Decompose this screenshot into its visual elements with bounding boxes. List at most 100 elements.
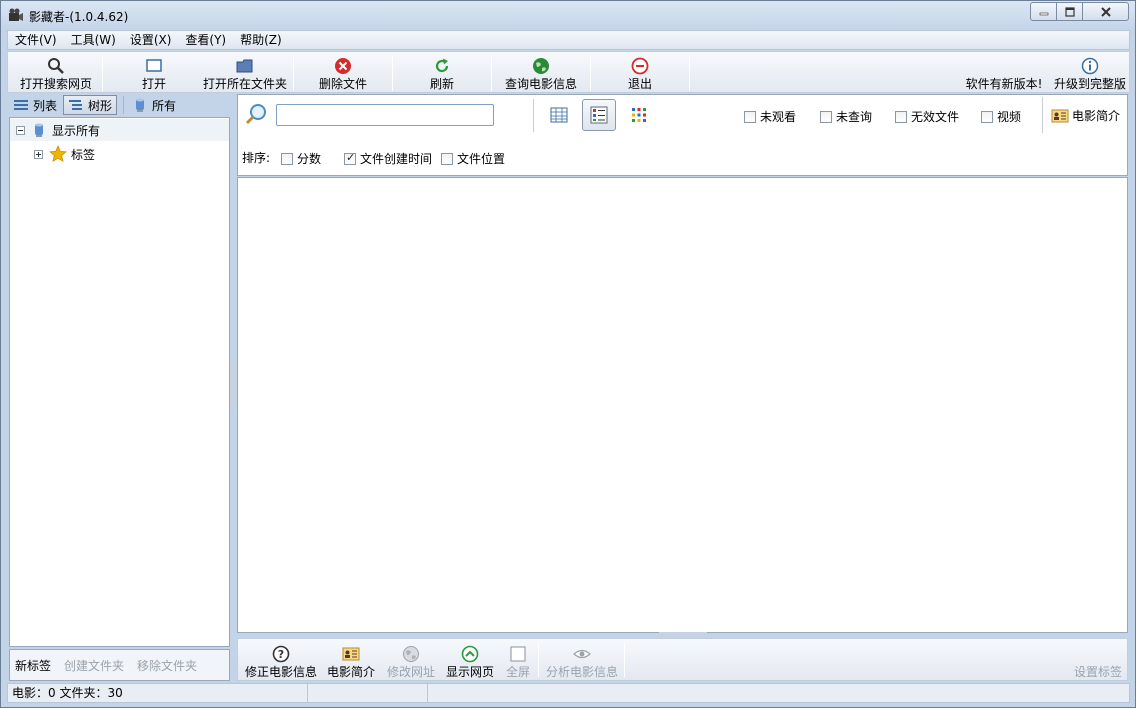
list-icon [14, 100, 28, 110]
tab-all[interactable]: 所有 [128, 95, 180, 115]
status-cell-empty [308, 684, 428, 702]
bottom-separator [538, 643, 539, 677]
grid-view-icon [632, 108, 646, 122]
movie-intro-label: 电影简介 [1072, 109, 1121, 123]
sort-by-score[interactable]: 分数 [281, 150, 321, 167]
query-movie-info-button[interactable]: 查询电影信息 [501, 55, 581, 91]
detail-view-button[interactable] [582, 99, 616, 131]
sort-score-label: 分数 [297, 152, 322, 166]
sort-by-location[interactable]: 文件位置 [441, 150, 505, 167]
search-panel: 未观看 未查询 无效文件 视频 电影简介 排序: 分数 文件创建时间 [237, 94, 1128, 176]
id-card-icon [1051, 109, 1069, 122]
tab-tree-label: 树形 [88, 98, 113, 113]
filter-video[interactable]: 视频 [981, 108, 1021, 125]
detail-view-icon [590, 106, 608, 124]
sort-by-created[interactable]: 文件创建时间 [344, 150, 432, 167]
fullscreen-button[interactable]: 全屏 [502, 643, 534, 679]
table-view-button[interactable] [542, 99, 576, 131]
edit-url-label: 修改网址 [386, 665, 435, 679]
eye-icon [573, 649, 591, 659]
database-icon [35, 123, 43, 137]
open-search-page-button[interactable]: 打开搜索网页 [14, 55, 98, 91]
upgrade-button[interactable]: 升级到完整版 [1052, 55, 1128, 91]
video-checkbox[interactable] [981, 110, 993, 123]
score-checkbox[interactable] [281, 152, 293, 165]
toolbar-separator [491, 55, 492, 91]
star-icon [49, 145, 67, 163]
open-button[interactable]: 打开 [124, 55, 184, 91]
close-button[interactable] [1083, 2, 1129, 21]
main-toolbar: 打开搜索网页 打开 打开所在文件夹 删除文件 刷新 查询电影信息 退出 软件有新… [7, 51, 1130, 93]
maximize-button[interactable] [1057, 2, 1083, 21]
expand-toggle[interactable] [34, 149, 43, 159]
sort-location-label: 文件位置 [457, 152, 506, 166]
filter-unqueried[interactable]: 未查询 [820, 108, 872, 125]
fix-movie-info-button[interactable]: ? 修正电影信息 [244, 643, 318, 679]
status-summary: 电影：0 文件夹：30 [8, 684, 308, 702]
unqueried-checkbox[interactable] [820, 110, 832, 123]
menu-help[interactable]: 帮助(Z) [233, 31, 289, 49]
bottom-separator [624, 643, 625, 677]
tree-item-show-all[interactable]: 显示所有 [10, 119, 229, 141]
vertical-splitter[interactable] [230, 361, 236, 409]
up-arrow-circle-icon [461, 645, 479, 663]
folder-tree: 显示所有 标签 [9, 117, 230, 647]
menu-tools[interactable]: 工具(W) [64, 31, 123, 49]
tree-item-tags[interactable]: 标签 [10, 143, 229, 165]
set-tag-button[interactable]: 设置标签 [1072, 643, 1124, 679]
movie-list-area[interactable] [237, 177, 1128, 633]
collapse-toggle[interactable] [16, 125, 25, 135]
remove-folder-button[interactable]: 移除文件夹 [137, 657, 197, 674]
toolbar-separator [102, 55, 103, 91]
upgrade-label: 升级到完整版 [1053, 77, 1126, 91]
new-tag-button[interactable]: 新标签 [15, 657, 51, 674]
question-icon: ? [272, 645, 290, 663]
grid-view-button[interactable] [622, 99, 656, 131]
minimize-icon [1039, 12, 1048, 15]
location-checkbox[interactable] [441, 152, 453, 165]
open-folder-button[interactable]: 打开所在文件夹 [200, 55, 290, 91]
filter-unqueried-label: 未查询 [836, 110, 873, 124]
analyze-movie-info-label: 分析电影信息 [545, 665, 618, 679]
invalid-checkbox[interactable] [895, 110, 907, 123]
left-bottom-bar: 新标签 创建文件夹 移除文件夹 [9, 649, 230, 681]
menu-file[interactable]: 文件(V) [8, 31, 64, 49]
window-icon [146, 59, 162, 72]
close-icon [1100, 6, 1111, 17]
refresh-button[interactable]: 刷新 [412, 55, 472, 91]
fix-movie-info-label: 修正电影信息 [244, 665, 317, 679]
analyze-movie-info-button[interactable]: 分析电影信息 [544, 643, 620, 679]
exit-button[interactable]: 退出 [610, 55, 670, 91]
search-input[interactable] [276, 104, 494, 126]
filter-video-label: 视频 [997, 110, 1022, 124]
new-version-button[interactable]: 软件有新版本! [964, 55, 1044, 91]
app-camera-icon [9, 8, 23, 21]
movie-intro-toggle[interactable]: 电影简介 [1051, 107, 1120, 124]
delete-file-label: 删除文件 [318, 77, 367, 91]
menu-settings[interactable]: 设置(X) [123, 31, 179, 49]
create-folder-button[interactable]: 创建文件夹 [64, 657, 124, 674]
sort-created-label: 文件创建时间 [360, 152, 433, 166]
tab-tree[interactable]: 树形 [63, 95, 118, 115]
toolbar-separator [689, 55, 690, 91]
filter-unwatched[interactable]: 未观看 [744, 108, 796, 125]
unwatched-checkbox[interactable] [744, 110, 756, 123]
tab-list-label: 列表 [33, 98, 58, 113]
movie-intro-button[interactable]: 电影简介 [326, 643, 376, 679]
edit-url-button[interactable]: 修改网址 [386, 643, 436, 679]
filter-invalid-label: 无效文件 [911, 110, 960, 124]
filter-invalid[interactable]: 无效文件 [895, 108, 959, 125]
exit-label: 退出 [627, 77, 652, 91]
table-view-icon [550, 107, 568, 123]
delete-file-button[interactable]: 删除文件 [310, 55, 376, 91]
open-search-page-label: 打开搜索网页 [19, 77, 92, 91]
menu-view[interactable]: 查看(Y) [178, 31, 233, 49]
created-checkbox[interactable] [344, 151, 356, 165]
query-movie-info-label: 查询电影信息 [504, 77, 577, 91]
minimize-button[interactable] [1030, 2, 1057, 21]
tab-list[interactable]: 列表 [9, 95, 61, 115]
toolbar-separator [590, 55, 591, 91]
show-webpage-button[interactable]: 显示网页 [445, 643, 495, 679]
folder-icon [236, 59, 253, 73]
tab-all-label: 所有 [152, 98, 177, 113]
